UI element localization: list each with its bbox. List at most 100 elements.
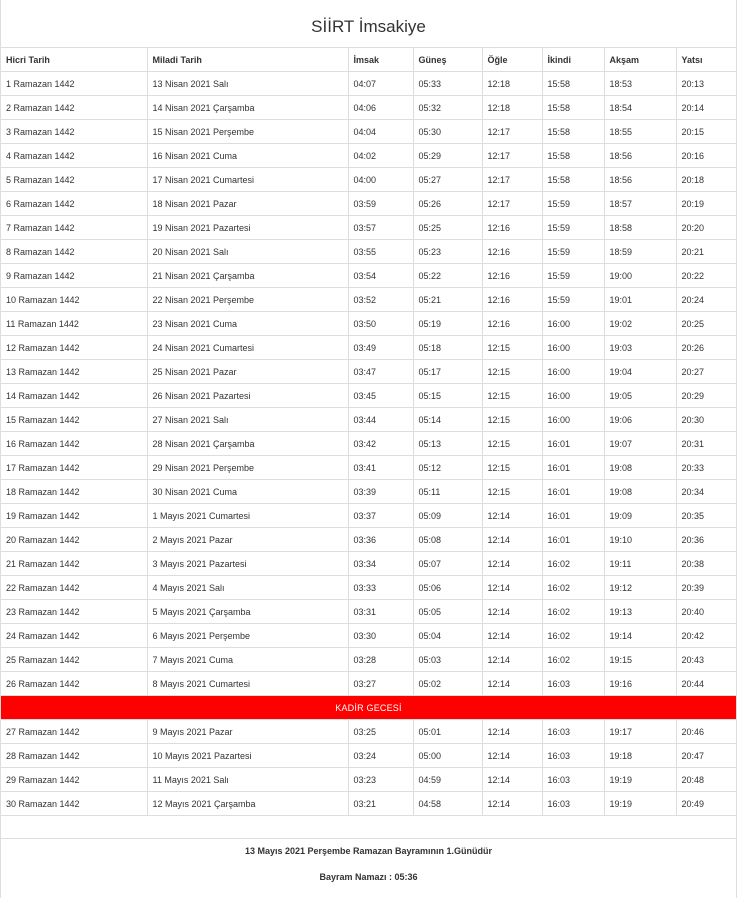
table-body-before: 1 Ramazan 1442 13 Nisan 2021 Salı 04:07 05:… xyxy=(1,71,736,696)
cell-miladi-tarih: 14 Nisan 2021 Çarşamba xyxy=(147,95,349,120)
cell-ikindi: 16:00 xyxy=(542,311,605,336)
cell-imsak: 03:52 xyxy=(348,287,414,312)
cell-ikindi: 16:01 xyxy=(542,503,605,528)
bayram-day-note: 13 Mayıs 2021 Perşembe Ramazan Bayramını… xyxy=(244,846,493,856)
cell-yatsi: 20:35 xyxy=(676,503,736,528)
cell-hicri-tarih: 8 Ramazan 1442 xyxy=(1,239,148,264)
cell-ikindi: 16:02 xyxy=(542,575,605,600)
cell-miladi-tarih: 8 Mayıs 2021 Cumartesi xyxy=(147,671,349,696)
cell-imsak: 03:50 xyxy=(348,311,414,336)
cell-aksam: 19:10 xyxy=(604,527,677,552)
cell-ikindi: 15:58 xyxy=(542,167,605,192)
cell-ogle: 12:14 xyxy=(482,719,543,744)
table-row: 27 Ramazan 1442 9 Mayıs 2021 Pazar 03:25 05… xyxy=(1,719,736,744)
cell-yatsi: 20:25 xyxy=(676,311,736,336)
cell-hicri-tarih: 12 Ramazan 1442 xyxy=(1,335,148,360)
cell-ogle: 12:15 xyxy=(482,479,543,504)
cell-hicri-tarih: 3 Ramazan 1442 xyxy=(1,119,148,144)
cell-ikindi: 16:01 xyxy=(542,527,605,552)
cell-imsak: 03:54 xyxy=(348,263,414,288)
cell-imsak: 03:44 xyxy=(348,407,414,432)
cell-ikindi: 16:02 xyxy=(542,551,605,576)
cell-gunes: 05:13 xyxy=(413,431,483,456)
cell-ikindi: 16:03 xyxy=(542,791,605,816)
table-row: 10 Ramazan 1442 22 Nisan 2021 Perşembe 03:… xyxy=(1,287,736,312)
table-row: 1 Ramazan 1442 13 Nisan 2021 Salı 04:07 05:… xyxy=(1,71,736,96)
cell-yatsi: 20:36 xyxy=(676,527,736,552)
cell-ikindi: 15:58 xyxy=(542,119,605,144)
cell-yatsi: 20:14 xyxy=(676,95,736,120)
cell-aksam: 19:08 xyxy=(604,455,677,480)
kadir-gecesi-row: KADİR GECESİ xyxy=(1,695,736,720)
cell-imsak: 03:37 xyxy=(348,503,414,528)
cell-yatsi: 20:33 xyxy=(676,455,736,480)
special-row-group: KADİR GECESİ xyxy=(1,695,736,720)
cell-aksam: 19:01 xyxy=(604,287,677,312)
cell-gunes: 05:19 xyxy=(413,311,483,336)
cell-miladi-tarih: 15 Nisan 2021 Perşembe xyxy=(147,119,349,144)
cell-imsak: 03:23 xyxy=(348,767,414,792)
cell-hicri-tarih: 26 Ramazan 1442 xyxy=(1,671,148,696)
table-row: 14 Ramazan 1442 26 Nisan 2021 Pazartesi 03… xyxy=(1,383,736,408)
cell-aksam: 19:16 xyxy=(604,671,677,696)
cell-hicri-tarih: 29 Ramazan 1442 xyxy=(1,767,148,792)
cell-aksam: 19:13 xyxy=(604,599,677,624)
cell-aksam: 19:04 xyxy=(604,359,677,384)
cell-ikindi: 16:02 xyxy=(542,623,605,648)
cell-miladi-tarih: 18 Nisan 2021 Pazar xyxy=(147,191,349,216)
table-row: 25 Ramazan 1442 7 Mayıs 2021 Cuma 03:28 05:… xyxy=(1,647,736,672)
cell-imsak: 03:27 xyxy=(348,671,414,696)
cell-imsak: 03:47 xyxy=(348,359,414,384)
cell-gunes: 05:08 xyxy=(413,527,483,552)
cell-aksam: 19:18 xyxy=(604,743,677,768)
cell-ogle: 12:17 xyxy=(482,191,543,216)
table-row: 2 Ramazan 1442 14 Nisan 2021 Çarşamba 04:0… xyxy=(1,95,736,120)
cell-miladi-tarih: 28 Nisan 2021 Çarşamba xyxy=(147,431,349,456)
cell-imsak: 04:06 xyxy=(348,95,414,120)
table-row: 7 Ramazan 1442 19 Nisan 2021 Pazartesi 03:… xyxy=(1,215,736,240)
table-body-after: 27 Ramazan 1442 9 Mayıs 2021 Pazar 03:25 05… xyxy=(1,719,736,816)
cell-aksam: 19:00 xyxy=(604,263,677,288)
table-row: 4 Ramazan 1442 16 Nisan 2021 Cuma 04:02 05:… xyxy=(1,143,736,168)
cell-imsak: 04:04 xyxy=(348,119,414,144)
table-row: 28 Ramazan 1442 10 Mayıs 2021 Pazartesi 03… xyxy=(1,743,736,768)
cell-imsak: 03:34 xyxy=(348,551,414,576)
cell-gunes: 05:01 xyxy=(413,719,483,744)
cell-aksam: 19:09 xyxy=(604,503,677,528)
cell-ogle: 12:14 xyxy=(482,647,543,672)
table-row: 8 Ramazan 1442 20 Nisan 2021 Salı 03:55 05:… xyxy=(1,239,736,264)
cell-hicri-tarih: 30 Ramazan 1442 xyxy=(1,791,148,816)
table-row: 20 Ramazan 1442 2 Mayıs 2021 Pazar 03:36 05… xyxy=(1,527,736,552)
table-row: 16 Ramazan 1442 28 Nisan 2021 Çarşamba 03:… xyxy=(1,431,736,456)
cell-yatsi: 20:47 xyxy=(676,743,736,768)
cell-yatsi: 20:43 xyxy=(676,647,736,672)
cell-imsak: 03:36 xyxy=(348,527,414,552)
cell-hicri-tarih: 16 Ramazan 1442 xyxy=(1,431,148,456)
cell-hicri-tarih: 27 Ramazan 1442 xyxy=(1,719,148,744)
cell-imsak: 03:41 xyxy=(348,455,414,480)
cell-imsak: 03:55 xyxy=(348,239,414,264)
cell-imsak: 03:45 xyxy=(348,383,414,408)
cell-miladi-tarih: 5 Mayıs 2021 Çarşamba xyxy=(147,599,349,624)
header-ikindi: İkindi xyxy=(542,48,605,72)
header-gunes: Güneş xyxy=(413,48,483,72)
cell-aksam: 19:08 xyxy=(604,479,677,504)
header-miladi-tarih: Miladi Tarih xyxy=(147,48,349,72)
table-row: 11 Ramazan 1442 23 Nisan 2021 Cuma 03:50 05… xyxy=(1,311,736,336)
cell-hicri-tarih: 23 Ramazan 1442 xyxy=(1,599,148,624)
cell-ikindi: 15:59 xyxy=(542,239,605,264)
cell-imsak: 03:57 xyxy=(348,215,414,240)
cell-ikindi: 15:59 xyxy=(542,287,605,312)
cell-miladi-tarih: 3 Mayıs 2021 Pazartesi xyxy=(147,551,349,576)
cell-miladi-tarih: 10 Mayıs 2021 Pazartesi xyxy=(147,743,349,768)
cell-ogle: 12:14 xyxy=(482,503,543,528)
cell-hicri-tarih: 2 Ramazan 1442 xyxy=(1,95,148,120)
cell-gunes: 05:32 xyxy=(413,95,483,120)
cell-miladi-tarih: 19 Nisan 2021 Pazartesi xyxy=(147,215,349,240)
cell-ogle: 12:18 xyxy=(482,95,543,120)
cell-aksam: 19:19 xyxy=(604,767,677,792)
table-row: 29 Ramazan 1442 11 Mayıs 2021 Salı 03:23 04… xyxy=(1,767,736,792)
cell-aksam: 19:11 xyxy=(604,551,677,576)
cell-imsak: 04:07 xyxy=(348,71,414,96)
cell-miladi-tarih: 24 Nisan 2021 Cumartesi xyxy=(147,335,349,360)
